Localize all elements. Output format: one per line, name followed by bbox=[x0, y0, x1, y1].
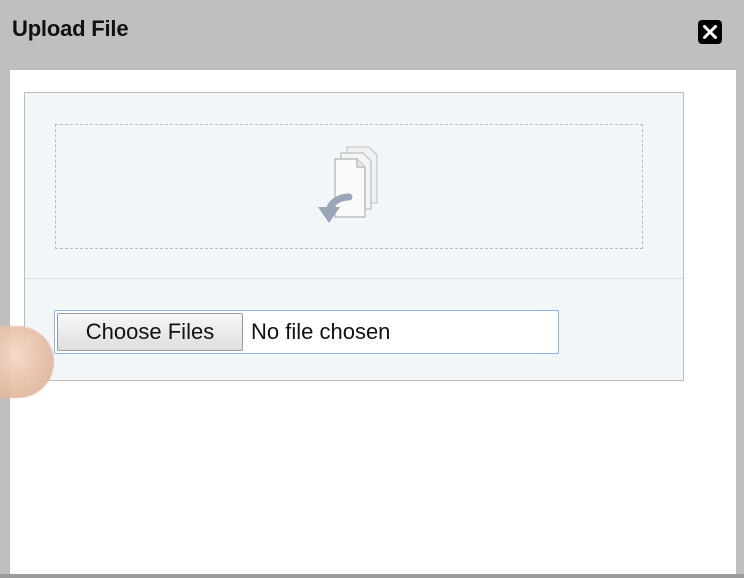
file-status-text: No file chosen bbox=[251, 319, 391, 344]
close-icon[interactable] bbox=[698, 20, 722, 44]
file-input[interactable]: Choose Files No file chosen bbox=[54, 310, 559, 354]
dialog-content: Choose Files No file chosen bbox=[10, 70, 736, 575]
dialog-bottom-edge bbox=[0, 574, 744, 578]
dialog-titlebar: Upload File bbox=[0, 0, 744, 70]
upload-panel: Choose Files No file chosen bbox=[24, 92, 684, 381]
choose-files-button[interactable]: Choose Files bbox=[57, 313, 243, 351]
panel-divider bbox=[25, 278, 683, 279]
drop-files-icon bbox=[318, 146, 378, 223]
drop-zone[interactable] bbox=[55, 124, 643, 249]
dialog-title: Upload File bbox=[12, 16, 129, 41]
upload-file-dialog: Upload File Choose Files No file chosen bbox=[0, 0, 744, 578]
